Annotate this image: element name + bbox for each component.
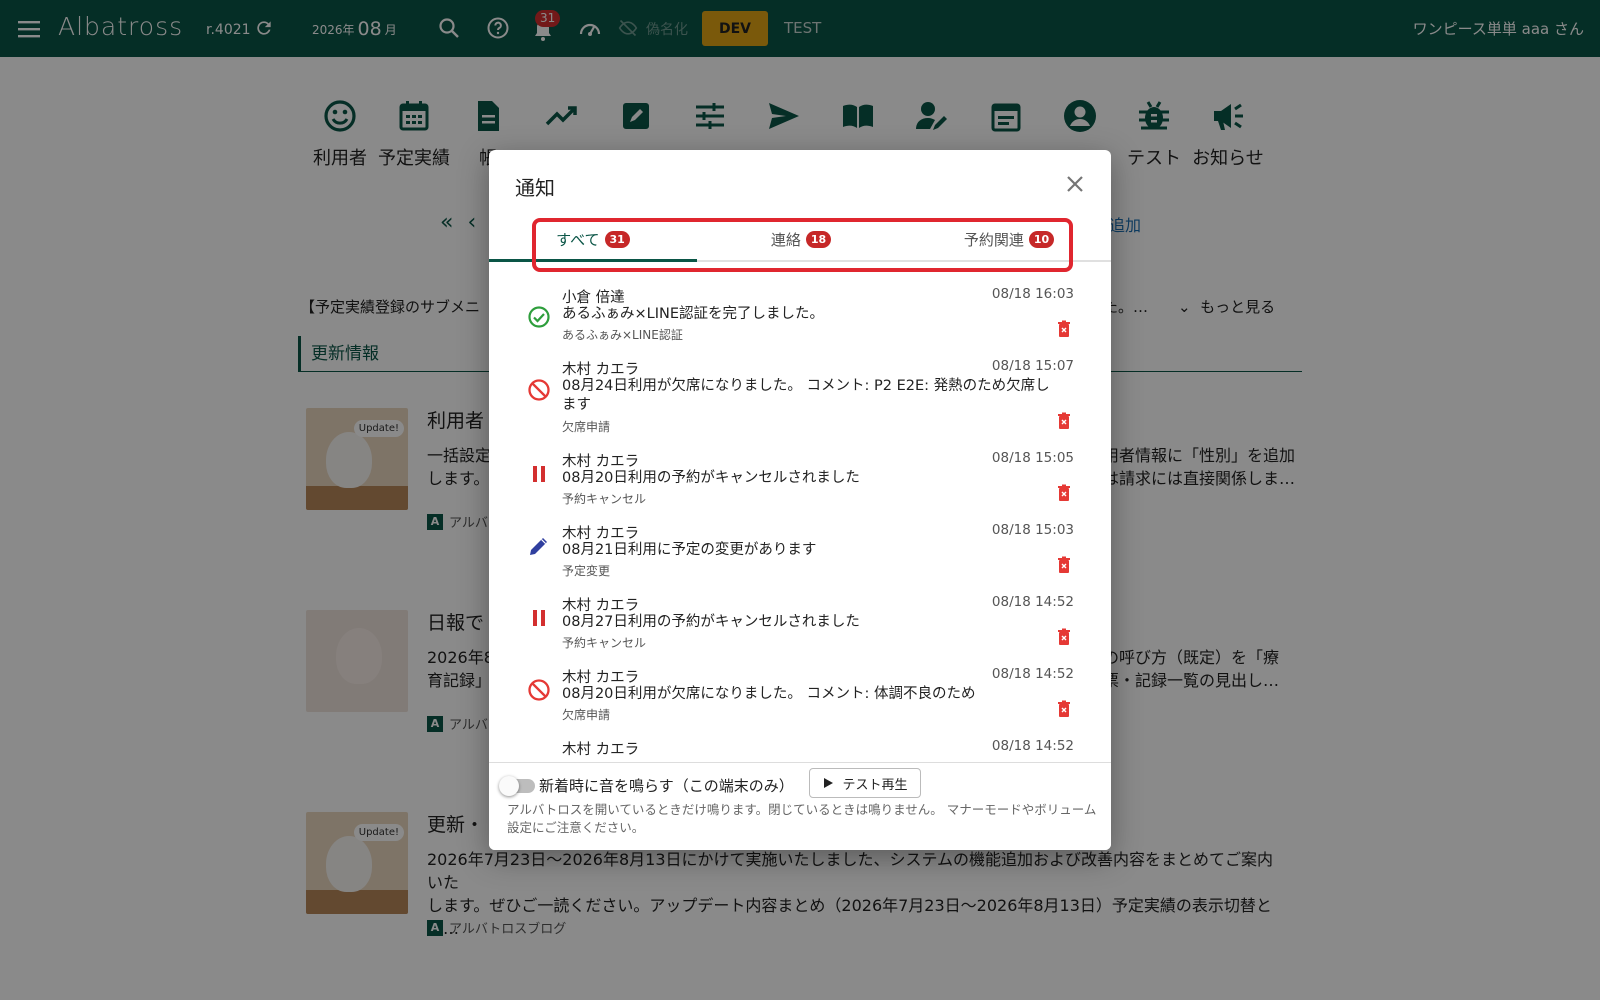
pencil-icon — [530, 538, 547, 555]
delete-icon[interactable] — [1055, 628, 1073, 646]
tab-label: 予約関連 — [963, 230, 1024, 249]
sound-settings-footer: 新着時に音を鳴らす（この端末のみ） テスト再生 アルバトロスを開いているときだけ… — [489, 762, 1111, 850]
sound-toggle[interactable] — [499, 776, 535, 796]
notification-message: あるふぁみ×LINE認証を完了しました。 — [562, 306, 825, 322]
tab-reservation[interactable]: 予約関連 10 — [905, 216, 1111, 262]
notification-message: 08月27日利用の予約がキャンセルされました — [562, 614, 860, 630]
notification-item[interactable]: 木村 カエラ 08/18 14:52 08月20日利用が欠席になりました。 コメ… — [489, 666, 1111, 736]
delete-icon[interactable] — [1055, 700, 1073, 718]
notification-time: 08/18 15:05 — [991, 450, 1074, 466]
notifications-dialog: 通知 すべて 31 連絡 18 予約関連 10 小倉 倍達 08/18 16:0… — [489, 150, 1111, 850]
sender-name: 小倉 倍達 — [562, 290, 625, 306]
block-icon — [528, 679, 550, 701]
notification-time: 08/18 14:52 — [991, 594, 1074, 610]
notification-time: 08/18 16:03 — [991, 286, 1074, 302]
close-icon[interactable] — [1063, 172, 1087, 196]
notification-category: 予約キャンセル — [562, 636, 647, 650]
sender-name: 木村 カエラ — [562, 742, 640, 758]
tab-label: 連絡 — [770, 230, 801, 249]
sound-note: アルバトロスを開いているときだけ鳴ります。閉じているときは鳴りません。 マナーモ… — [507, 802, 1097, 835]
notification-category: 欠席申請 — [562, 708, 611, 722]
sender-name: 木村 カエラ — [562, 670, 640, 686]
notification-category: 予定変更 — [562, 564, 611, 578]
notification-category: 予約キャンセル — [562, 492, 647, 506]
notification-time: 08/18 14:52 — [991, 666, 1074, 682]
delete-icon[interactable] — [1055, 412, 1073, 430]
block-icon — [528, 379, 550, 401]
sound-toggle-label: 新着時に音を鳴らす（この端末のみ） — [539, 777, 794, 795]
dialog-title: 通知 — [515, 176, 555, 200]
tab-count-badge: 18 — [805, 230, 832, 248]
tab-contact[interactable]: 連絡 18 — [697, 216, 905, 262]
notification-item[interactable]: 木村 カエラ 08/18 14:52 08月27日利用の予約がキャンセルされまし… — [489, 594, 1111, 664]
notification-message: 08月20日利用が欠席になりました。 コメント: 体調不良のため — [562, 686, 976, 702]
notification-message: 08月24日利用が欠席になりました。 コメント: P2 E2E: 発熱のため欠席… — [562, 378, 1050, 413]
notification-time: 08/18 14:52 — [991, 738, 1074, 754]
notification-tabs: すべて 31 連絡 18 予約関連 10 — [489, 216, 1111, 262]
notification-time: 08/18 15:03 — [991, 522, 1074, 538]
notification-item[interactable]: 木村 カエラ 08/18 15:05 08月20日利用の予約がキャンセルされまし… — [489, 450, 1111, 520]
play-icon — [824, 778, 834, 788]
tab-count-badge: 31 — [604, 230, 630, 248]
test-play-label: テスト再生 — [842, 777, 908, 793]
notification-message: 08月21日利用に予定の変更があります — [562, 542, 817, 558]
notification-item[interactable]: 木村 カエラ 08/18 15:03 08月21日利用に予定の変更があります 予… — [489, 522, 1111, 592]
sender-name: 木村 カエラ — [562, 454, 640, 470]
notification-time: 08/18 15:07 — [991, 358, 1074, 374]
delete-icon[interactable] — [1055, 484, 1073, 502]
notification-item[interactable]: 木村 カエラ 08/18 15:07 08月24日利用が欠席になりました。 コメ… — [489, 358, 1111, 448]
tab-all[interactable]: すべて 31 — [489, 216, 697, 262]
sender-name: 木村 カエラ — [562, 598, 640, 614]
pause-icon — [533, 466, 545, 482]
notification-category: 欠席申請 — [562, 420, 611, 434]
notification-category: あるふぁみ×LINE認証 — [562, 328, 683, 342]
delete-icon[interactable] — [1055, 320, 1073, 338]
sender-name: 木村 カエラ — [562, 362, 640, 378]
notification-message: 08月20日利用の予約がキャンセルされました — [562, 470, 860, 486]
test-play-button[interactable]: テスト再生 — [809, 768, 921, 798]
delete-icon[interactable] — [1055, 556, 1073, 574]
notification-item[interactable]: 小倉 倍達 08/18 16:03 あるふぁみ×LINE認証を完了しました。 あ… — [489, 286, 1111, 356]
tab-label: すべて — [556, 230, 600, 249]
check-circle-icon — [528, 306, 550, 328]
pause-icon — [533, 610, 545, 626]
sender-name: 木村 カエラ — [562, 526, 640, 542]
tab-count-badge: 10 — [1028, 230, 1055, 248]
active-tab-indicator — [489, 259, 697, 262]
